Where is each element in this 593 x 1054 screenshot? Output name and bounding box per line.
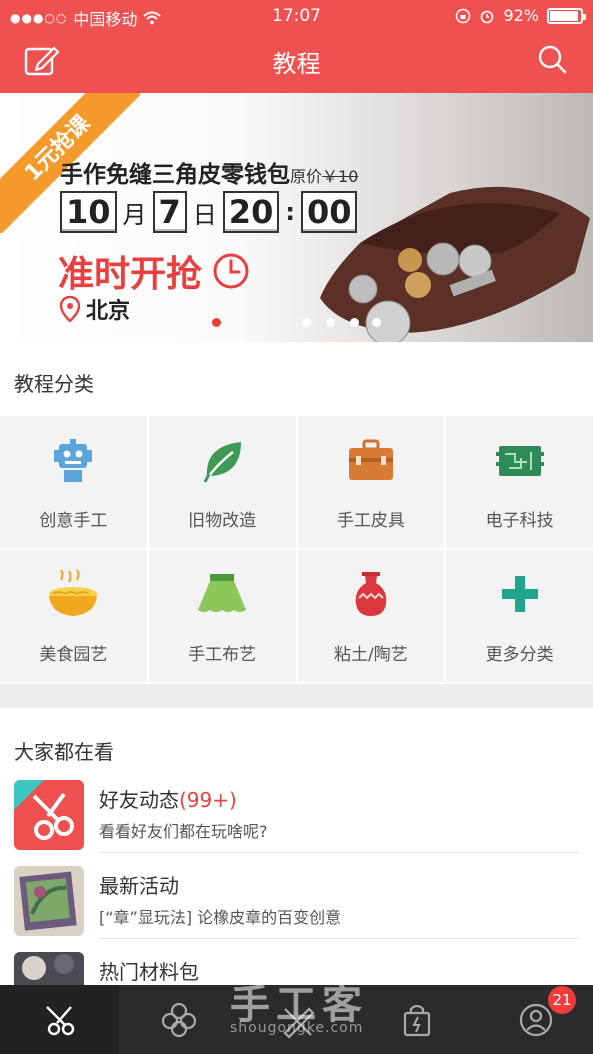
- vase-icon: [355, 572, 387, 616]
- category-electronics[interactable]: 电子科技: [446, 416, 593, 548]
- section-divider: [0, 684, 593, 708]
- promo-banner[interactable]: 1元抢课 手作免缝三角皮零钱包原价￥10 10 月 7 日 20 : 00 准时…: [0, 93, 593, 342]
- leaf-icon: [203, 442, 242, 483]
- battery-percent: 92%: [503, 6, 539, 25]
- carousel-dot-3[interactable]: [326, 318, 335, 327]
- alarm-icon: [481, 10, 494, 23]
- category-label: 粘土/陶艺: [334, 645, 408, 665]
- header: ●●●○○ 中国移动 17:07 92% 教程: [0, 0, 593, 93]
- category-fabric[interactable]: 手工布艺: [148, 550, 296, 682]
- battery-icon: [547, 7, 586, 24]
- row-separator: [99, 938, 579, 939]
- friends-count: (99+): [179, 788, 237, 812]
- banner-product-name: 手作免缝三角皮零钱包: [60, 162, 290, 188]
- noodle-bowl-icon: [49, 570, 98, 616]
- feed-item-subtitle: [“章”显玩法] 论橡皮章的百变创意: [99, 908, 342, 927]
- robot-icon: [54, 439, 93, 482]
- tab-shop[interactable]: [357, 985, 476, 1054]
- category-creative[interactable]: 创意手工: [0, 416, 147, 548]
- notification-badge: 21: [548, 986, 576, 1014]
- day-box: 7: [152, 191, 187, 233]
- skirt-icon: [198, 574, 247, 612]
- rush-label: 准时开抢: [58, 245, 250, 297]
- rush-text: 准时开抢: [58, 254, 203, 295]
- month-unit: 月: [122, 200, 147, 229]
- scissors-icon: [14, 780, 74, 840]
- carousel-dot-2[interactable]: [302, 318, 311, 327]
- tab-tutorials[interactable]: [0, 985, 119, 1054]
- category-label: 旧物改造: [188, 511, 257, 531]
- category-grid: 创意手工 旧物改造 手工皮具 电子科技 美食园艺 手工布艺 粘土/陶艺 更多分类: [0, 416, 593, 682]
- day-unit: 日: [192, 200, 217, 229]
- banner-title: 手作免缝三角皮零钱包原价￥10: [60, 155, 358, 189]
- feed-item-title: 最新活动: [99, 874, 179, 898]
- location: 北京: [60, 293, 130, 325]
- briefcase-icon: [348, 439, 393, 480]
- original-price: ￥10: [322, 167, 359, 186]
- category-label: 手工布艺: [188, 645, 257, 665]
- page-title: 教程: [272, 50, 321, 78]
- sale-date: 10 月 7 日 20 : 00: [60, 191, 358, 233]
- category-label: 电子科技: [485, 511, 554, 531]
- carousel-dot-1[interactable]: [212, 318, 221, 327]
- carousel-dot-5[interactable]: [372, 318, 381, 327]
- category-label: 更多分类: [485, 645, 554, 665]
- category-section-title: 教程分类: [14, 372, 94, 396]
- category-upcycle[interactable]: 旧物改造: [148, 416, 296, 548]
- row-separator: [99, 852, 579, 853]
- month-box: 10: [60, 191, 117, 233]
- carousel-dot-4[interactable]: [350, 318, 359, 327]
- minute-box: 00: [300, 191, 358, 233]
- hour-box: 20: [222, 191, 280, 233]
- tab-discover[interactable]: [119, 985, 238, 1054]
- category-leather[interactable]: 手工皮具: [297, 416, 445, 548]
- category-label: 美食园艺: [39, 645, 108, 665]
- search-icon[interactable]: [537, 44, 567, 74]
- location-pin-icon: [60, 296, 80, 322]
- time-colon: :: [285, 198, 295, 226]
- feed-title-text: 好友动态: [99, 788, 179, 812]
- friends-thumbnail: [14, 780, 84, 850]
- watermark-url: shougongke.com: [230, 1020, 364, 1036]
- feed-item-title: 好友动态(99+): [99, 784, 237, 813]
- category-food-garden[interactable]: 美食园艺: [0, 550, 147, 682]
- rotation-lock-icon: [456, 8, 471, 23]
- clock-icon: [213, 253, 249, 289]
- status-bar: ●●●○○ 中国移动 17:07 92%: [0, 0, 593, 32]
- activity-thumbnail: [14, 866, 84, 936]
- flower-icon: [161, 1002, 196, 1038]
- original-price-label: 原价: [290, 167, 323, 186]
- shopping-bag-icon: [403, 1004, 430, 1037]
- category-label: 手工皮具: [336, 511, 405, 531]
- rubber-stamp-image: [19, 871, 77, 931]
- plus-icon: [501, 576, 538, 612]
- category-label: 创意手工: [39, 511, 108, 531]
- category-more[interactable]: 更多分类: [446, 550, 593, 682]
- feed-item-subtitle: 看看好友们都在玩啥呢?: [99, 822, 268, 841]
- circuit-board-icon: [495, 446, 544, 476]
- category-clay-pottery[interactable]: 粘土/陶艺: [297, 550, 445, 682]
- scissors-icon: [45, 1006, 74, 1036]
- location-text: 北京: [86, 299, 131, 324]
- feed-item-title: 热门材料包: [99, 960, 199, 984]
- trending-section-title: 大家都在看: [14, 740, 114, 764]
